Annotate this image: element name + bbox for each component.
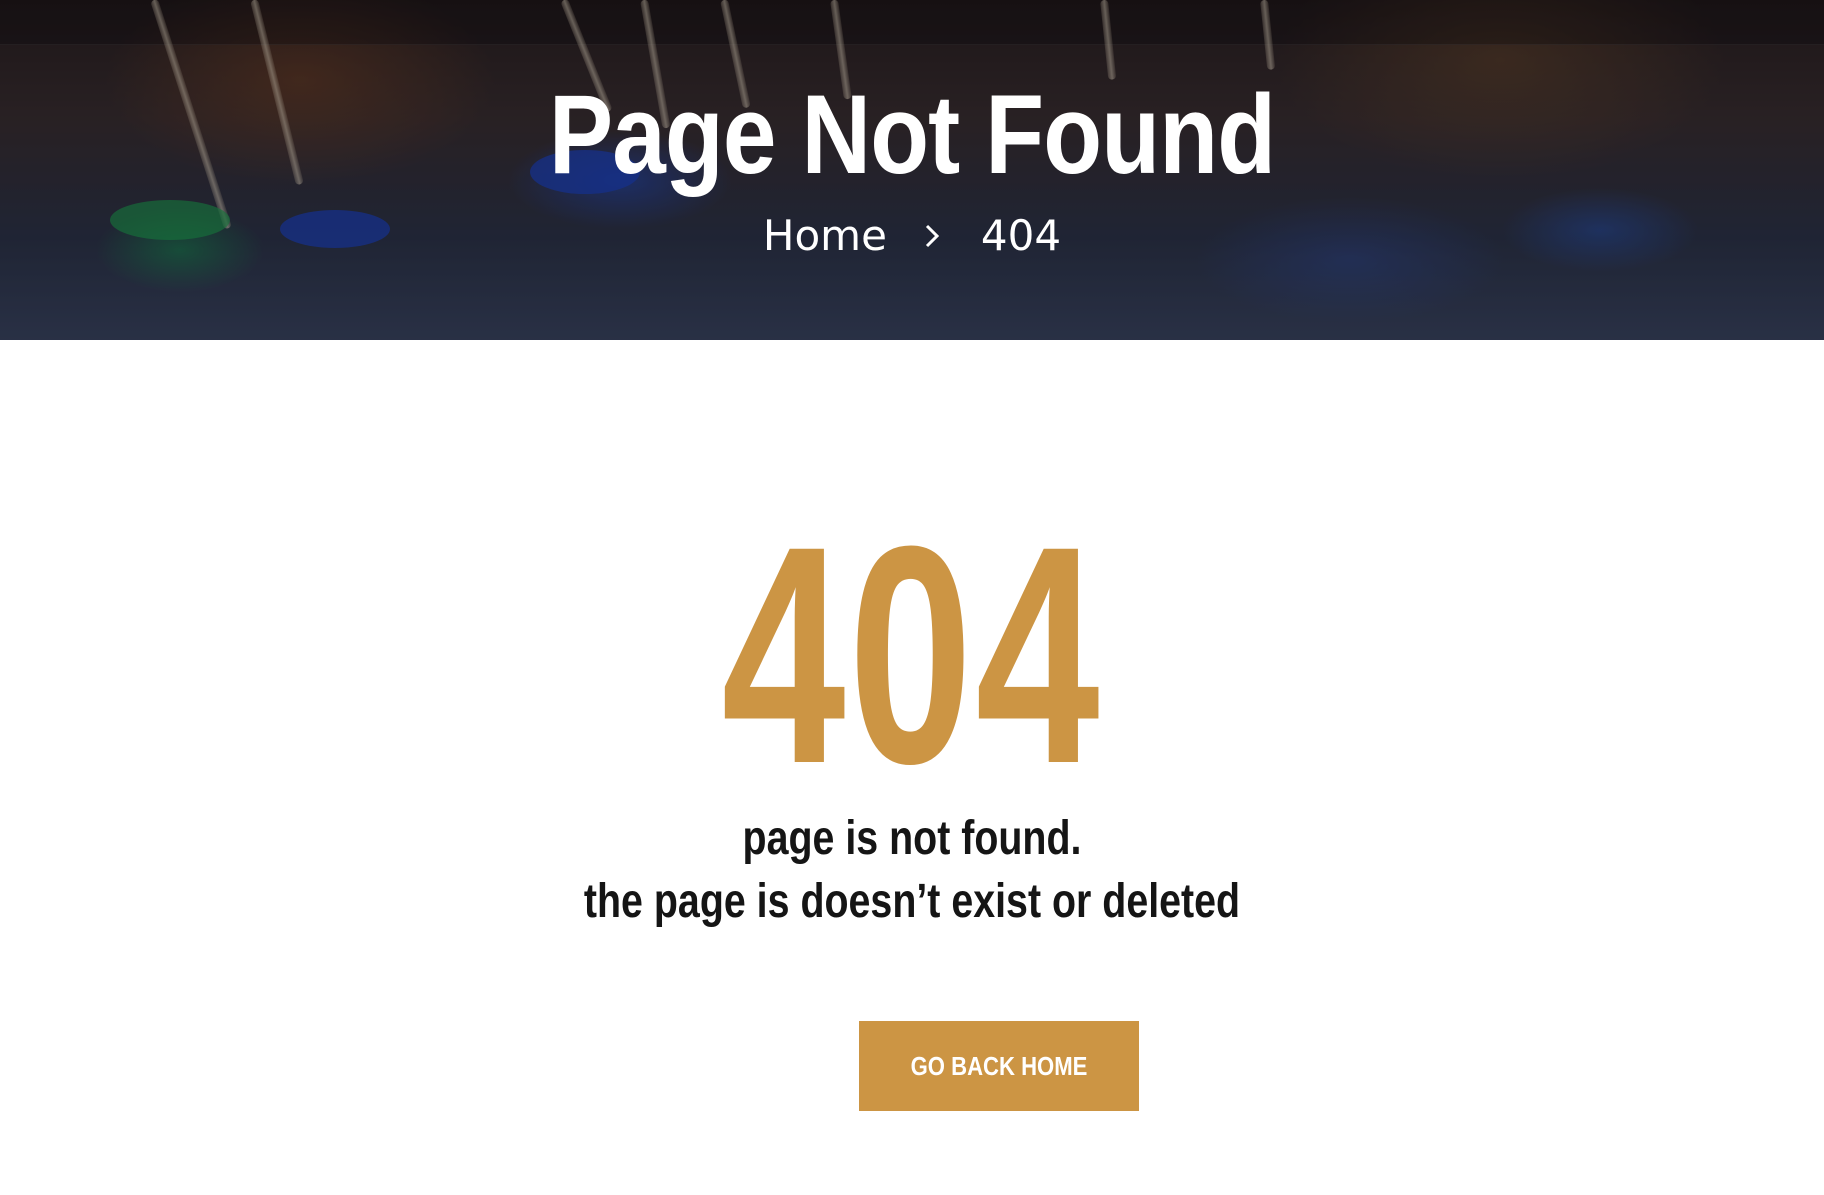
- error-code: 404: [721, 481, 1103, 828]
- error-message-primary: page is not found.: [742, 812, 1082, 865]
- breadcrumb-home-link[interactable]: Home: [763, 208, 887, 264]
- error-content: 404 page is not found. the page is doesn…: [0, 340, 1824, 1195]
- page-title: Page Not Found: [548, 72, 1276, 197]
- chevron-right-icon: [917, 208, 947, 264]
- go-back-home-button-label: GO BACK HOME: [910, 1050, 1088, 1081]
- page-banner: Page Not Found Home 404: [0, 0, 1824, 340]
- go-back-home-button[interactable]: GO BACK HOME: [859, 1021, 1139, 1111]
- breadcrumb-current: 404: [980, 211, 1062, 260]
- error-message-secondary: the page is doesn’t exist or deleted: [583, 875, 1241, 928]
- breadcrumb: Home 404: [0, 208, 1824, 264]
